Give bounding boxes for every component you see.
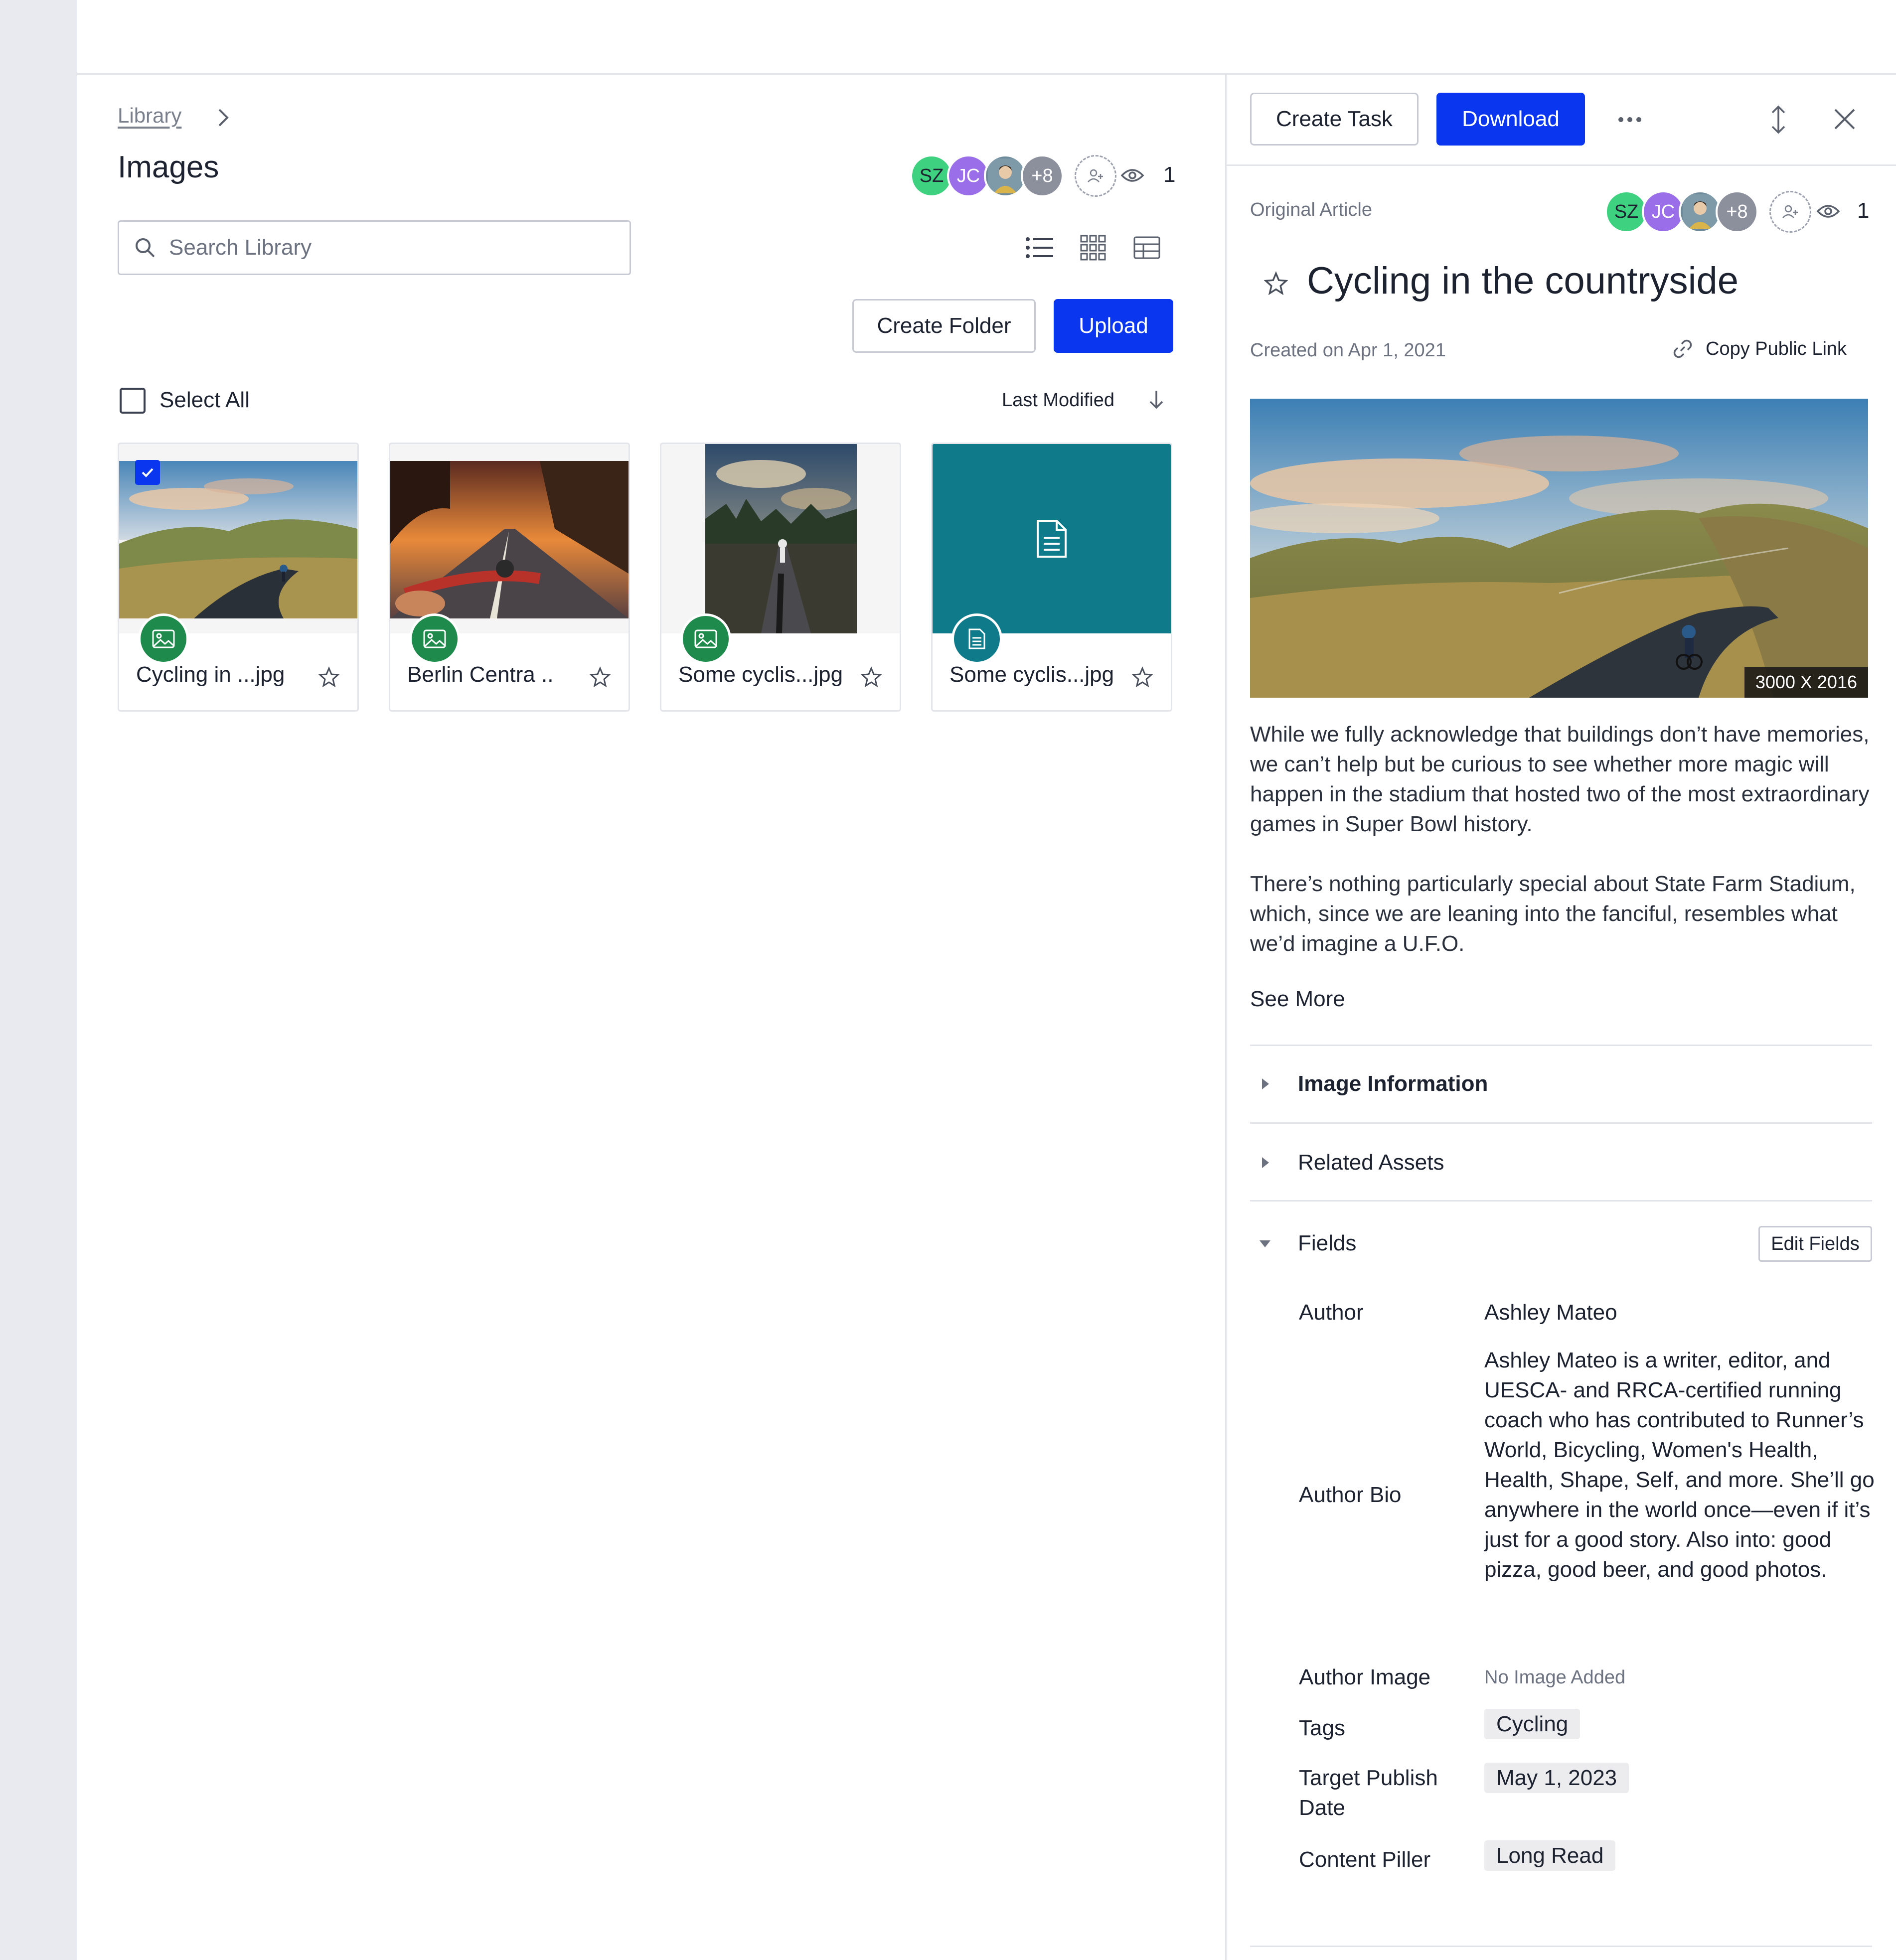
toolbar-divider [1227, 164, 1896, 166]
left-rail [0, 0, 77, 1960]
eye-icon [1816, 201, 1840, 221]
image-type-icon [409, 613, 460, 664]
table-view-icon[interactable] [1129, 230, 1164, 265]
divider [1250, 1946, 1872, 1947]
upload-button[interactable]: Upload [1054, 299, 1173, 353]
avatar-overflow-count: +8 [1021, 154, 1064, 197]
accordion-label: Image Information [1298, 1071, 1488, 1096]
sort-dropdown[interactable]: Last Modified [1002, 390, 1114, 411]
field-label-target-publish-date: Target Publish Date [1299, 1766, 1438, 1820]
arrow-down-icon[interactable] [1147, 389, 1165, 411]
image-type-icon [138, 613, 189, 664]
image-dimensions-badge: 3000 X 2016 [1744, 667, 1868, 698]
star-icon[interactable] [590, 666, 611, 687]
caret-right-icon [1250, 1155, 1280, 1170]
create-task-button[interactable]: Create Task [1250, 93, 1419, 146]
page-title: Images [118, 150, 219, 184]
divider [1250, 1045, 1872, 1046]
file-name: Berlin Centra .. [407, 662, 554, 687]
star-icon[interactable] [1132, 666, 1153, 687]
caret-right-icon [1250, 1076, 1280, 1091]
copy-link-label: Copy Public Link [1706, 338, 1847, 359]
copy-public-link[interactable]: Copy Public Link [1672, 338, 1847, 360]
field-value-author-image: No Image Added [1484, 1667, 1626, 1688]
favorite-star-icon[interactable] [1264, 271, 1288, 295]
collaborator-avatars[interactable]: SZ JC +8 [910, 154, 1116, 197]
grid-view-icon[interactable] [1076, 230, 1110, 265]
close-icon[interactable] [1832, 107, 1857, 132]
file-card[interactable]: Berlin Centra .. [389, 443, 630, 712]
divider [1250, 1200, 1872, 1202]
file-name: Cycling in ...jpg [136, 662, 285, 687]
viewer-count: 1 [1163, 162, 1176, 187]
created-date: Created on Apr 1, 2021 [1250, 340, 1446, 361]
image-type-icon [680, 613, 731, 664]
edit-fields-button[interactable]: Edit Fields [1758, 1226, 1872, 1262]
eye-icon [1120, 165, 1144, 185]
star-icon[interactable] [318, 666, 339, 687]
file-card[interactable]: Cycling in ...jpg [118, 443, 359, 712]
accordion-label: Related Assets [1298, 1150, 1444, 1175]
selected-checkbox[interactable] [135, 460, 160, 485]
document-type-icon [951, 613, 1002, 664]
select-all-label: Select All [159, 388, 250, 412]
field-label-content-piller: Content Piller [1299, 1847, 1431, 1872]
select-all-checkbox[interactable] [120, 388, 146, 414]
section-label: Original Article [1250, 199, 1372, 220]
collaborator-avatars[interactable]: SZ JC +8 [1605, 190, 1811, 233]
search-box[interactable] [118, 220, 631, 275]
create-folder-button[interactable]: Create Folder [852, 299, 1036, 353]
field-value-author: Ashley Mateo [1484, 1300, 1617, 1325]
breadcrumb-library-link[interactable]: Library [118, 104, 181, 128]
date-chip[interactable]: May 1, 2023 [1484, 1763, 1629, 1793]
search-input[interactable] [168, 235, 599, 261]
file-name: Some cyclis...jpg [949, 662, 1114, 687]
avatar-overflow-count: +8 [1716, 190, 1758, 233]
hero-image: 3000 X 2016 [1250, 399, 1868, 698]
viewer-count: 1 [1857, 198, 1870, 223]
expand-icon[interactable] [1768, 105, 1788, 135]
see-more-link[interactable]: See More [1250, 987, 1345, 1012]
link-icon [1672, 338, 1694, 360]
top-bar [77, 0, 1896, 75]
thumbnail [390, 444, 629, 633]
chevron-right-icon [214, 107, 232, 129]
document-thumbnail [933, 444, 1171, 633]
download-button[interactable]: Download [1436, 93, 1585, 146]
field-label-tags: Tags [1299, 1716, 1345, 1740]
search-icon [134, 237, 156, 259]
add-collaborator-icon[interactable] [1769, 191, 1811, 233]
more-options-icon[interactable] [1615, 111, 1645, 129]
field-label-author: Author [1299, 1300, 1364, 1325]
file-card[interactable]: Some cyclis...jpg [931, 443, 1172, 712]
tag-chip[interactable]: Cycling [1484, 1709, 1580, 1739]
document-icon [933, 444, 1171, 633]
accordion-label: Fields [1298, 1231, 1357, 1255]
content-chip[interactable]: Long Read [1484, 1840, 1616, 1871]
star-icon[interactable] [861, 666, 882, 687]
file-card[interactable]: Some cyclis...jpg [660, 443, 901, 712]
article-paragraph: There’s nothing particularly special abo… [1250, 872, 1856, 956]
field-label-author-bio: Author Bio [1299, 1483, 1402, 1507]
add-collaborator-icon[interactable] [1075, 155, 1116, 197]
field-label-author-image: Author Image [1299, 1665, 1431, 1689]
article-paragraph: While we fully acknowledge that building… [1250, 722, 1870, 836]
panel-divider [1225, 75, 1227, 1960]
file-name: Some cyclis...jpg [678, 662, 843, 687]
caret-down-icon [1250, 1237, 1280, 1249]
list-view-icon[interactable] [1022, 230, 1057, 265]
accordion-image-information[interactable]: Image Information [1250, 1047, 1872, 1121]
article-title: Cycling in the countryside [1307, 260, 1738, 302]
accordion-related-assets[interactable]: Related Assets [1250, 1125, 1872, 1200]
thumbnail [661, 444, 900, 633]
field-value-author-bio: Ashley Mateo is a writer, editor, and UE… [1484, 1348, 1875, 1582]
divider [1250, 1122, 1872, 1124]
